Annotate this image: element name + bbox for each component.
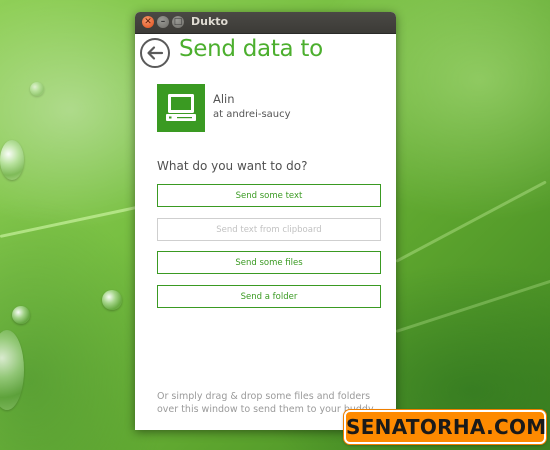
leaf-vein [0, 205, 138, 238]
buddy-avatar [157, 84, 205, 132]
send-folder-button[interactable]: Send a folder [157, 285, 381, 308]
action-prompt: What do you want to do? [157, 159, 308, 173]
title-bar[interactable]: ✕ – □ Dukto [135, 12, 396, 34]
buddy-name: Alin [213, 92, 235, 106]
send-text-button[interactable]: Send some text [157, 184, 381, 207]
water-drop [30, 82, 44, 96]
leaf-vein [395, 180, 547, 263]
dukto-window: ✕ – □ Dukto Send data to Alin at andrei-… [135, 12, 396, 430]
window-maximize-button[interactable]: □ [172, 16, 184, 28]
send-clipboard-button: Send text from clipboard [157, 218, 381, 241]
watermark-text: SENATORHA.COM [346, 415, 547, 439]
water-drop [0, 330, 24, 410]
water-drop [0, 140, 24, 180]
buddy-host: at andrei-saucy [213, 109, 291, 120]
water-drop [102, 290, 122, 310]
window-title: Dukto [191, 15, 229, 28]
page-title: Send data to [179, 36, 323, 62]
window-minimize-button[interactable]: – [157, 16, 169, 28]
send-files-button[interactable]: Send some files [157, 251, 381, 274]
computer-icon [166, 94, 196, 121]
leaf-vein [395, 277, 550, 333]
window-close-button[interactable]: ✕ [142, 16, 154, 28]
back-button[interactable] [140, 38, 170, 68]
site-watermark: SENATORHA.COM [344, 410, 546, 444]
water-drop [12, 306, 30, 324]
arrow-left-icon [147, 46, 164, 60]
